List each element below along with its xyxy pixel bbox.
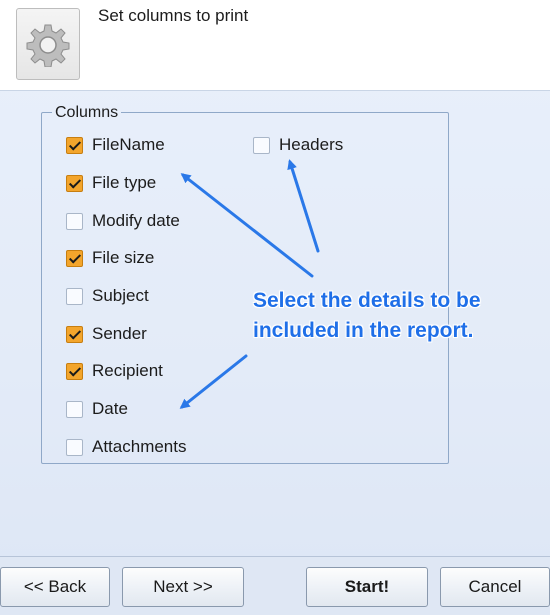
- next-button[interactable]: Next >>: [122, 567, 244, 607]
- start-button[interactable]: Start!: [306, 567, 428, 607]
- back-button[interactable]: << Back: [0, 567, 110, 607]
- annotation-callout: Select the details to be included in the…: [253, 286, 543, 346]
- annotation-line-1: Select the details to be: [253, 289, 481, 312]
- arrow-to-date: [179, 354, 248, 409]
- arrow-to-file-type: [180, 173, 314, 278]
- cancel-button[interactable]: Cancel: [440, 567, 550, 607]
- annotation-line-2: included in the report.: [253, 319, 474, 342]
- arrow-to-headers: [287, 159, 320, 253]
